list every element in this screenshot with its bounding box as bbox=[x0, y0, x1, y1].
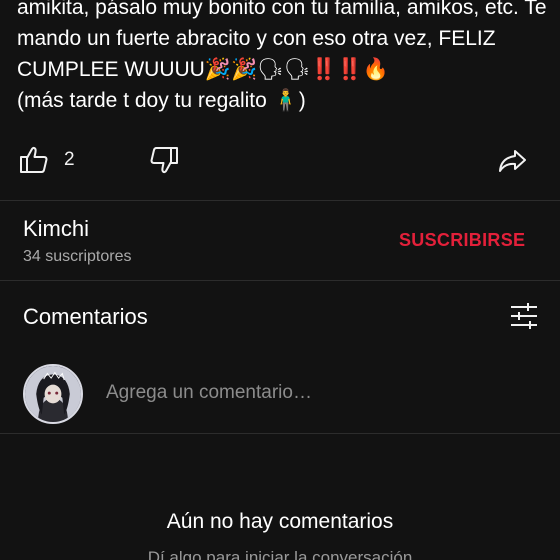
channel-name[interactable]: Kimchi bbox=[23, 216, 89, 242]
thumbs-up-icon[interactable] bbox=[18, 144, 50, 176]
filter-sliders-icon[interactable] bbox=[508, 301, 540, 331]
comment-input[interactable] bbox=[106, 382, 526, 404]
empty-comments-title: Aún no hay comentarios bbox=[166, 510, 394, 533]
divider bbox=[0, 433, 560, 434]
empty-comments-subtitle: Dí algo para iniciar la conversación bbox=[147, 548, 413, 560]
subscriber-count: 34 suscriptores bbox=[23, 248, 132, 265]
post-text: amikita, pásalo muy bonito con tu famili… bbox=[17, 0, 547, 112]
post-detail-screen: amikita, pásalo muy bonito con tu famili… bbox=[0, 0, 560, 560]
avatar bbox=[23, 364, 83, 424]
like-count: 2 bbox=[64, 149, 75, 170]
action-bar: 2 bbox=[0, 140, 560, 180]
subscribe-button[interactable]: SUSCRIBIRSE bbox=[399, 230, 525, 251]
divider bbox=[0, 280, 560, 281]
share-icon[interactable] bbox=[496, 144, 528, 176]
comments-title: Comentarios bbox=[23, 304, 148, 329]
thumbs-down-icon[interactable] bbox=[148, 144, 180, 176]
divider bbox=[0, 200, 560, 201]
